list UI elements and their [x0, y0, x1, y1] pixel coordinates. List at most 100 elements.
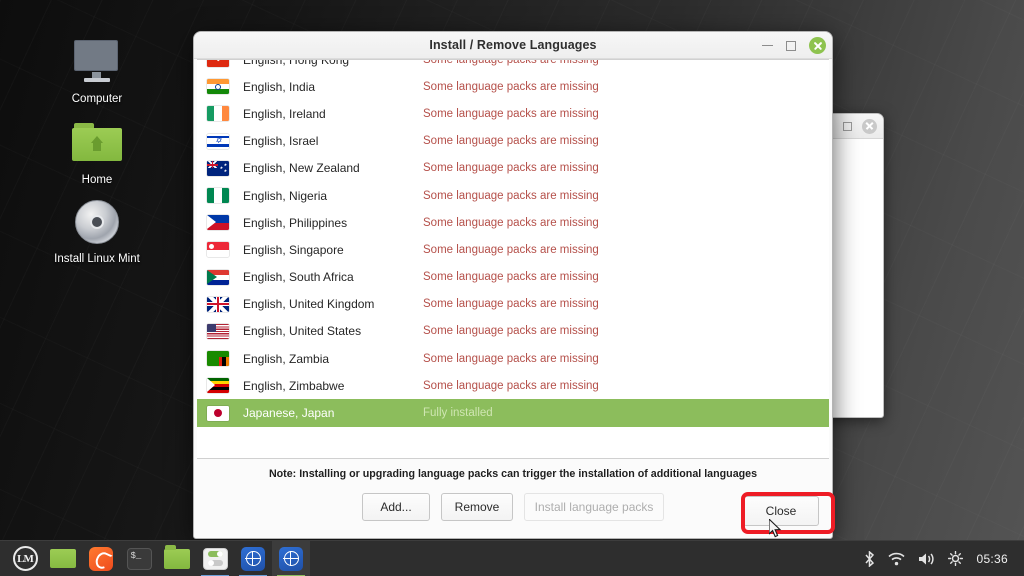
- desktop-icon-computer[interactable]: Computer: [42, 38, 152, 107]
- language-status: Some language packs are missing: [423, 189, 599, 202]
- language-row[interactable]: English, United Kingdom Some language pac…: [197, 291, 829, 318]
- close-icon[interactable]: [809, 37, 826, 54]
- wifi-icon[interactable]: [888, 552, 906, 566]
- flag-icon: [207, 242, 229, 258]
- language-name: English, Singapore: [243, 242, 344, 257]
- mint-menu-icon: LM: [12, 546, 38, 571]
- language-status: Some language packs are missing: [423, 352, 599, 365]
- desktop-icon-label: Computer: [71, 93, 123, 105]
- language-name: English, Hong Kong: [243, 59, 350, 67]
- language-status: Some language packs are missing: [423, 80, 599, 93]
- flag-icon: ✽: [207, 60, 229, 68]
- desktop-icon-install-linux-mint[interactable]: Install Linux Mint: [42, 198, 152, 267]
- remove-button[interactable]: Remove: [441, 493, 513, 521]
- language-row[interactable]: ★ ★ ★ English, New Zealand Some language pac…: [197, 155, 829, 182]
- install-remove-languages-dialog[interactable]: Install / Remove Languages ✽ English, Hon…: [193, 31, 833, 539]
- language-row[interactable]: English, India Some language packs are mi…: [197, 73, 829, 100]
- volume-icon[interactable]: [918, 552, 935, 566]
- language-row[interactable]: English, United States Some language pack…: [197, 318, 829, 345]
- flag-icon: [207, 269, 229, 285]
- firefox-icon: [89, 546, 113, 571]
- software-manager-icon: [202, 547, 228, 570]
- language-row[interactable]: English, Ireland Some language packs are …: [197, 100, 829, 127]
- language-name: English, United Kingdom: [243, 297, 375, 312]
- files-icon: [164, 544, 190, 569]
- close-icon[interactable]: [862, 118, 877, 134]
- maximize-icon[interactable]: [843, 121, 852, 131]
- flag-icon: [207, 378, 229, 394]
- desktop[interactable]: Computer Home Install Linux Mint Install…: [0, 0, 1024, 576]
- language-list[interactable]: ✽ English, Hong Kong Some language packs a…: [197, 59, 829, 459]
- taskbar-item-files[interactable]: [158, 541, 196, 576]
- bluetooth-icon[interactable]: [864, 550, 875, 567]
- language-settings-icon: [279, 546, 303, 571]
- taskbar-item-software-manager[interactable]: [196, 541, 234, 576]
- language-row[interactable]: Japanese, Japan Fully installed: [197, 399, 829, 427]
- language-status: Some language packs are missing: [423, 271, 599, 284]
- language-status: Some language packs are missing: [423, 59, 599, 66]
- desktop-icon-label: Install Linux Mint: [54, 253, 140, 265]
- language-row[interactable]: ✽ English, Hong Kong Some language packs a…: [197, 59, 829, 73]
- taskbar-item-firefox[interactable]: [82, 541, 120, 576]
- flag-icon: [207, 296, 229, 312]
- language-name: Japanese, Japan: [243, 406, 335, 421]
- language-name: English, South Africa: [243, 270, 354, 285]
- language-name: English, Philippines: [243, 215, 348, 230]
- language-status: Fully installed: [423, 407, 493, 420]
- flag-icon: ★ ★ ★: [207, 160, 229, 176]
- add-button[interactable]: Add...: [362, 493, 430, 521]
- flag-icon: [207, 405, 229, 421]
- desktop-icon-home[interactable]: Home: [42, 119, 152, 188]
- close-button[interactable]: Close: [743, 496, 819, 526]
- language-name: English, India: [243, 79, 316, 94]
- taskbar-item-language-settings[interactable]: [234, 541, 272, 576]
- clock[interactable]: 05:36: [976, 552, 1008, 566]
- install-language-packs-button: Install language packs: [524, 493, 664, 521]
- system-tray: 05:36: [864, 550, 1018, 567]
- language-row[interactable]: English, Philippines Some language packs …: [197, 209, 829, 236]
- language-row[interactable]: English, Nigeria Some language packs are …: [197, 182, 829, 209]
- note-text: Note: Installing or upgrading language p…: [268, 468, 758, 480]
- dialog-title: Install / Remove Languages: [429, 38, 597, 52]
- language-status: Some language packs are missing: [423, 379, 599, 392]
- terminal-icon: $_: [126, 547, 152, 570]
- flag-icon: [207, 215, 229, 231]
- flag-icon: [207, 323, 229, 339]
- language-row[interactable]: English, Zambia Some language packs are m…: [197, 345, 829, 372]
- dialog-titlebar[interactable]: Install / Remove Languages: [194, 32, 832, 59]
- cd-disc-icon: [75, 198, 119, 246]
- language-name: English, Zambia: [243, 351, 330, 366]
- taskbar-item-language-settings-active[interactable]: [272, 540, 310, 576]
- language-status: Some language packs are missing: [423, 325, 599, 338]
- language-status: Some language packs are missing: [423, 216, 599, 229]
- language-row[interactable]: English, Singapore Some language packs ar…: [197, 236, 829, 263]
- language-name: English, Zimbabwe: [243, 378, 345, 393]
- flag-icon: ✡: [207, 133, 229, 149]
- language-row[interactable]: ✡ English, Israel Some language packs are …: [197, 128, 829, 155]
- dialog-footer: Close: [194, 496, 832, 538]
- language-status: Some language packs are missing: [423, 162, 599, 175]
- taskbar-item-mint-menu[interactable]: LM: [6, 541, 44, 576]
- flag-icon: [207, 106, 229, 122]
- maximize-icon[interactable]: [786, 40, 796, 51]
- language-row[interactable]: English, Zimbabwe Some language packs are…: [197, 372, 829, 399]
- taskbar[interactable]: LM $_ 05:36: [0, 540, 1024, 576]
- language-name: English, Ireland: [243, 106, 326, 121]
- taskbar-item-terminal[interactable]: $_: [120, 541, 158, 576]
- brightness-icon[interactable]: [948, 551, 964, 566]
- flag-icon: [207, 351, 229, 367]
- language-row[interactable]: English, South Africa Some language packs…: [197, 264, 829, 291]
- taskbar-item-show-desktop[interactable]: [44, 541, 82, 576]
- action-button-row: Add... Remove Install language packs: [194, 480, 832, 521]
- computer-monitor-icon: [74, 38, 120, 86]
- show-desktop-icon: [50, 549, 76, 568]
- minimize-icon[interactable]: [762, 44, 773, 47]
- language-status: Some language packs are missing: [423, 135, 599, 148]
- language-name: English, New Zealand: [243, 161, 360, 176]
- language-status: Some language packs are missing: [423, 243, 599, 256]
- flag-icon: [207, 188, 229, 204]
- flag-icon: [207, 79, 229, 95]
- language-name: English, United States: [243, 324, 362, 339]
- home-folder-icon: [72, 119, 122, 167]
- language-settings-icon: [241, 546, 265, 571]
